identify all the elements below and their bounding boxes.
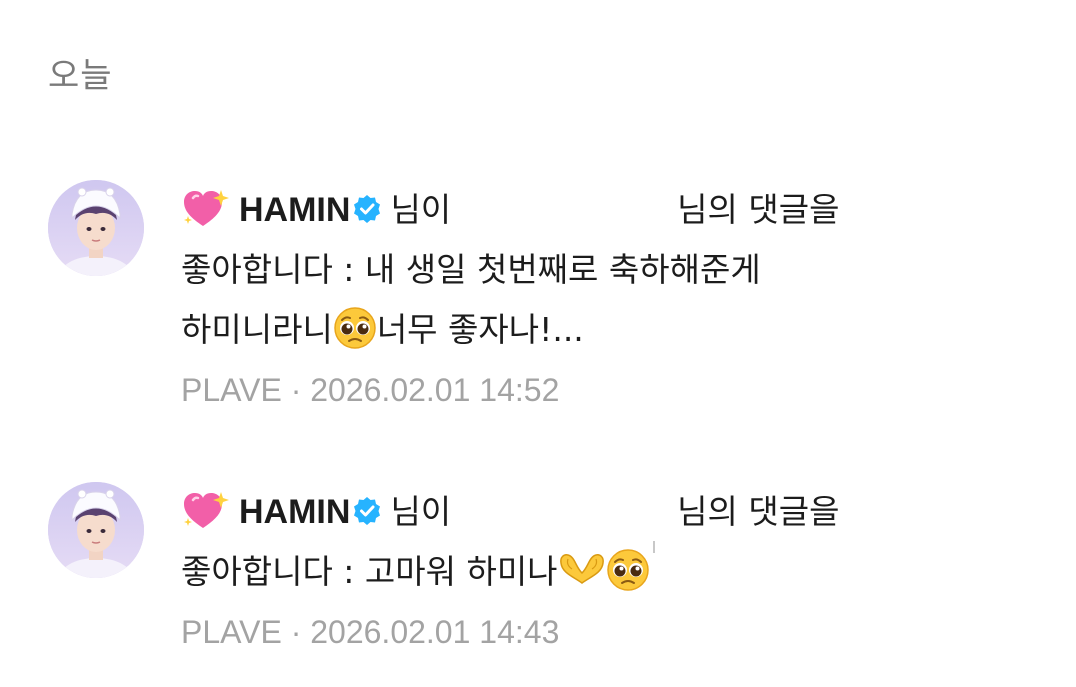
sparkling-heart-icon xyxy=(181,187,231,227)
notification-content: HAMIN 님이 님의 댓글을 좋아합니다 : 내 생일 첫번째로 축하해준게 하… xyxy=(181,180,941,420)
heart-hands-emoji xyxy=(558,546,606,584)
user-name[interactable]: HAMIN xyxy=(239,493,350,531)
pleading-face-emoji xyxy=(606,548,650,592)
user-name[interactable]: HAMIN xyxy=(239,191,350,229)
avatar-image xyxy=(48,482,144,578)
avatar[interactable] xyxy=(48,482,144,578)
notification-line-1: HAMIN 님이 님의 댓글을 xyxy=(181,482,941,553)
notification-text-suffix: 님이 xyxy=(390,190,452,229)
timestamp: 2026.02.01 14:43 xyxy=(310,614,560,650)
meta-separator: · xyxy=(290,372,302,408)
comment-text: 좋아합니다 : 고마워 하미나 xyxy=(181,552,558,591)
notification-line-2: 좋아합니다 : 내 생일 첫번째로 축하해준게 xyxy=(181,250,761,289)
redaction-mark xyxy=(653,541,656,553)
meta-separator: · xyxy=(290,614,302,650)
section-header-today: 오늘 xyxy=(48,56,113,96)
avatar-image xyxy=(48,180,144,276)
sparkling-heart-icon xyxy=(181,489,231,529)
notification-line-1: HAMIN 님이 님의 댓글을 xyxy=(181,180,941,240)
notification-text-suffix: 님의 댓글을 xyxy=(677,492,840,531)
notification-line-2: 좋아합니다 : 고마워 하미나 xyxy=(181,542,941,602)
avatar[interactable] xyxy=(48,180,144,276)
comment-text: 하미니라니 xyxy=(181,310,333,349)
verified-badge-icon xyxy=(352,183,382,223)
source-label: PLAVE xyxy=(181,614,282,650)
verified-badge-icon xyxy=(352,485,382,525)
notification-text-suffix: 님이 xyxy=(390,492,452,531)
notification-content: HAMIN 님이 님의 댓글을 좋아합니다 : 고마워 하미나 PLAVE · … xyxy=(181,482,941,662)
notification-meta: PLAVE · 2026.02.01 14:43 xyxy=(181,602,941,662)
notification-line-3: 하미니라니 너무 좋자나!... xyxy=(181,300,941,360)
notification-text-suffix: 님의 댓글을 xyxy=(677,190,840,229)
timestamp: 2026.02.01 14:52 xyxy=(310,372,560,408)
source-label: PLAVE xyxy=(181,372,282,408)
notification-meta: PLAVE · 2026.02.01 14:52 xyxy=(181,360,941,420)
comment-text: 너무 좋자나!... xyxy=(376,310,584,349)
pleading-face-emoji xyxy=(333,306,377,350)
